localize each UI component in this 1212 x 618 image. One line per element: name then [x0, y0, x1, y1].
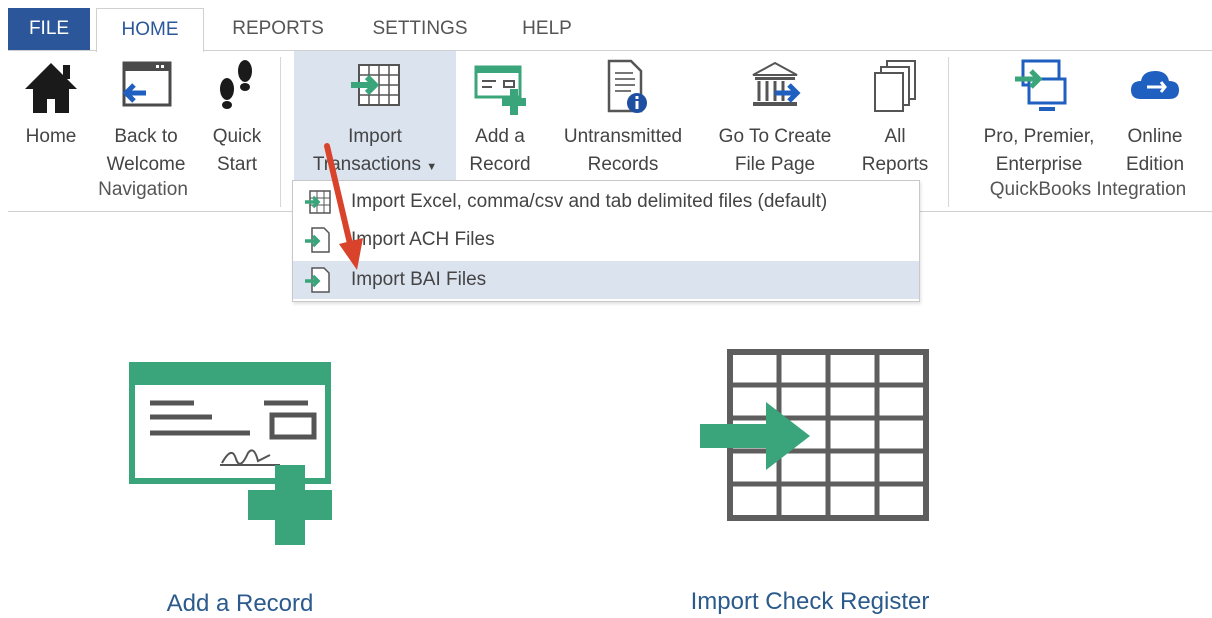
document-info-icon	[607, 59, 647, 113]
import-grid-icon	[351, 64, 400, 106]
add-record-tile[interactable]: Add a Record	[120, 355, 360, 617]
menu-item-label: Import Excel, comma/csv and tab delimite…	[351, 191, 828, 212]
online-edition-button[interactable]: Online Edition	[1114, 51, 1196, 176]
untransmitted-records-button[interactable]: Untransmitted Records	[548, 51, 698, 176]
home-label: Home	[25, 126, 77, 147]
untrans-label-line1: Untransmitted	[563, 126, 683, 147]
goto-label-line2: File Page	[734, 154, 816, 175]
all-label-line1: All	[884, 126, 906, 147]
check-plus-large-icon	[129, 362, 332, 545]
check-plus-icon	[474, 65, 526, 115]
online-label-line1: Online	[1127, 126, 1183, 147]
quickbooks-group-label: QuickBooks Integration	[989, 179, 1187, 200]
tab-reports[interactable]: REPORTS	[222, 8, 334, 50]
cloud-sync-icon	[1131, 71, 1179, 99]
all-label-line2: Reports	[861, 154, 929, 175]
import-check-register-label: Import Check Register	[690, 588, 930, 615]
back-label-line1: Back to	[114, 126, 178, 147]
import-check-register-tile[interactable]: Import Check Register	[660, 348, 960, 615]
online-label-line2: Edition	[1125, 154, 1185, 175]
add-record-label: Add a Record	[166, 590, 314, 617]
quick-start-button[interactable]: Quick Start	[202, 51, 272, 176]
goto-label-line1: Go To Create	[718, 126, 832, 147]
pro-premier-enterprise-button[interactable]: Pro, Premier, Enterprise	[974, 51, 1104, 176]
import-transactions-menu: Import Excel, comma/csv and tab delimite…	[292, 180, 920, 302]
menu-item-import-excel[interactable]: Import Excel, comma/csv and tab delimite…	[293, 183, 919, 221]
back-arrow-window-icon	[122, 61, 172, 107]
go-to-create-file-page-button[interactable]: Go To Create File Page	[706, 51, 844, 176]
home-icon	[25, 63, 77, 113]
pro-label-line2: Enterprise	[995, 154, 1083, 175]
all-reports-button[interactable]: All Reports	[850, 51, 940, 176]
tab-help[interactable]: HELP	[505, 8, 589, 50]
add-label-line1: Add a	[475, 126, 525, 147]
footprints-icon	[220, 60, 252, 109]
back-to-welcome-button[interactable]: Back to Welcome	[96, 51, 196, 176]
quick-label-line1: Quick	[212, 126, 262, 147]
home-button[interactable]: Home	[12, 51, 90, 176]
navigation-group-label: Navigation	[98, 179, 188, 200]
import-grid-large-icon	[700, 349, 929, 521]
quick-label-line2: Start	[216, 154, 258, 175]
ribbon-tabs: FILE HOME REPORTS SETTINGS HELP	[0, 0, 1212, 52]
tab-file[interactable]: FILE	[8, 8, 90, 50]
ribbon-separator	[948, 57, 949, 207]
tab-settings[interactable]: SETTINGS	[360, 8, 480, 50]
menu-item-import-ach[interactable]: Import ACH Files	[293, 221, 919, 259]
ribbon-separator	[280, 57, 281, 207]
back-label-line2: Welcome	[106, 154, 186, 175]
add-label-line2: Record	[469, 154, 531, 175]
add-record-button[interactable]: Add a Record	[460, 51, 540, 176]
tab-home[interactable]: HOME	[96, 8, 204, 52]
menu-item-import-bai[interactable]: Import BAI Files	[293, 261, 919, 299]
pro-label-line1: Pro, Premier,	[983, 126, 1095, 147]
untrans-label-line2: Records	[587, 154, 659, 175]
dropdown-arrow-icon: ▼	[426, 161, 438, 173]
desktop-sync-icon	[1015, 59, 1067, 111]
bank-arrow-icon	[752, 61, 801, 106]
reports-stack-icon	[874, 60, 916, 112]
annotation-arrow-icon	[324, 143, 363, 270]
